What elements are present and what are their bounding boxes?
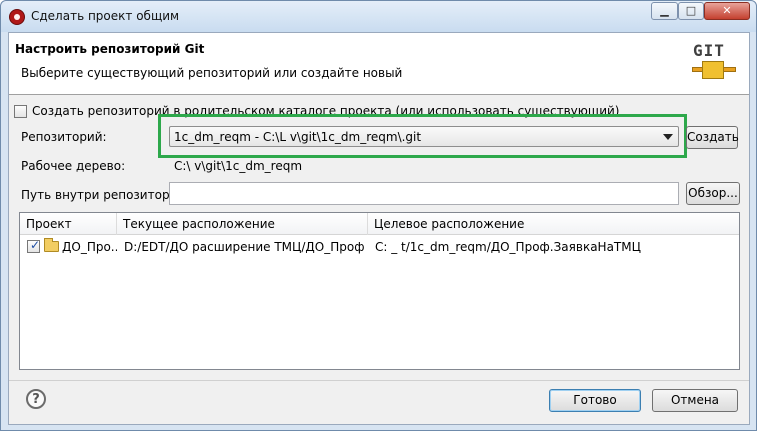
repository-combobox[interactable]: 1c_dm_reqm - C:\L v\git\1c_dm_reqm\.git	[169, 126, 679, 147]
title-bar[interactable]: Сделать проект общим ▁ □ ✕	[1, 1, 756, 32]
column-header-current-location[interactable]: Текущее расположение	[117, 213, 368, 235]
share-project-dialog: Сделать проект общим ▁ □ ✕ Настроить реп…	[0, 0, 757, 431]
maximize-button[interactable]: □	[678, 2, 704, 20]
eclipse-app-icon	[9, 9, 25, 25]
dialog-client-area: Настроить репозиторий Git Выберите сущес…	[8, 32, 750, 425]
minimize-button[interactable]: ▁	[651, 2, 678, 20]
git-logo-text: GIT	[693, 41, 725, 60]
wizard-banner: Настроить репозиторий Git Выберите сущес…	[9, 33, 749, 95]
project-folder-icon	[44, 238, 59, 252]
path-in-repo-label: Путь внутри репозитория:	[21, 188, 189, 202]
window-title: Сделать проект общим	[31, 9, 180, 23]
cell-project: ДО_Про...	[62, 240, 117, 254]
cell-current-location: D:/EDT/ДО расширение ТМЦ/ДО_Проф...	[124, 240, 364, 254]
repository-label: Репозиторий:	[21, 130, 107, 144]
dropdown-arrow-icon[interactable]	[663, 134, 673, 140]
working-tree-label: Рабочее дерево:	[21, 159, 126, 173]
path-in-repo-input[interactable]	[169, 182, 679, 205]
checkmark-icon: ✓	[30, 238, 41, 252]
browse-button[interactable]: Обзор...	[686, 182, 740, 205]
working-tree-value: C:\ v\git\1c_dm_reqm	[174, 159, 303, 173]
help-icon[interactable]: ?	[26, 389, 46, 409]
close-button[interactable]: ✕	[704, 2, 750, 20]
column-header-target-location[interactable]: Целевое расположение	[368, 213, 739, 235]
repository-selected-value: 1c_dm_reqm - C:\L v\git\1c_dm_reqm\.git	[174, 130, 422, 144]
banner-subtitle: Выберите существующий репозиторий или со…	[21, 66, 403, 80]
create-in-parent-label[interactable]: Создать репозиторий в родительском катал…	[32, 104, 619, 118]
create-repository-button[interactable]: Создать	[686, 126, 739, 149]
column-header-project[interactable]: Проект	[20, 213, 117, 235]
finish-button[interactable]: Готово	[549, 389, 641, 412]
projects-table: Проект Текущее расположение Целевое расп…	[19, 212, 740, 370]
banner-title: Настроить репозиторий Git	[15, 42, 205, 56]
cell-target-location: C: _ t/1c_dm_reqm/ДО_Проф.ЗаявкаНаТМЦ	[375, 240, 641, 254]
footer-separator	[9, 380, 749, 381]
cancel-button[interactable]: Отмена	[652, 389, 738, 412]
table-header: Проект Текущее расположение Целевое расп…	[20, 213, 739, 235]
row-checkbox[interactable]: ✓	[27, 238, 41, 253]
git-logo-stamp	[702, 61, 724, 79]
create-in-parent-checkbox[interactable]	[14, 105, 27, 118]
git-logo-icon: GIT	[692, 41, 738, 85]
